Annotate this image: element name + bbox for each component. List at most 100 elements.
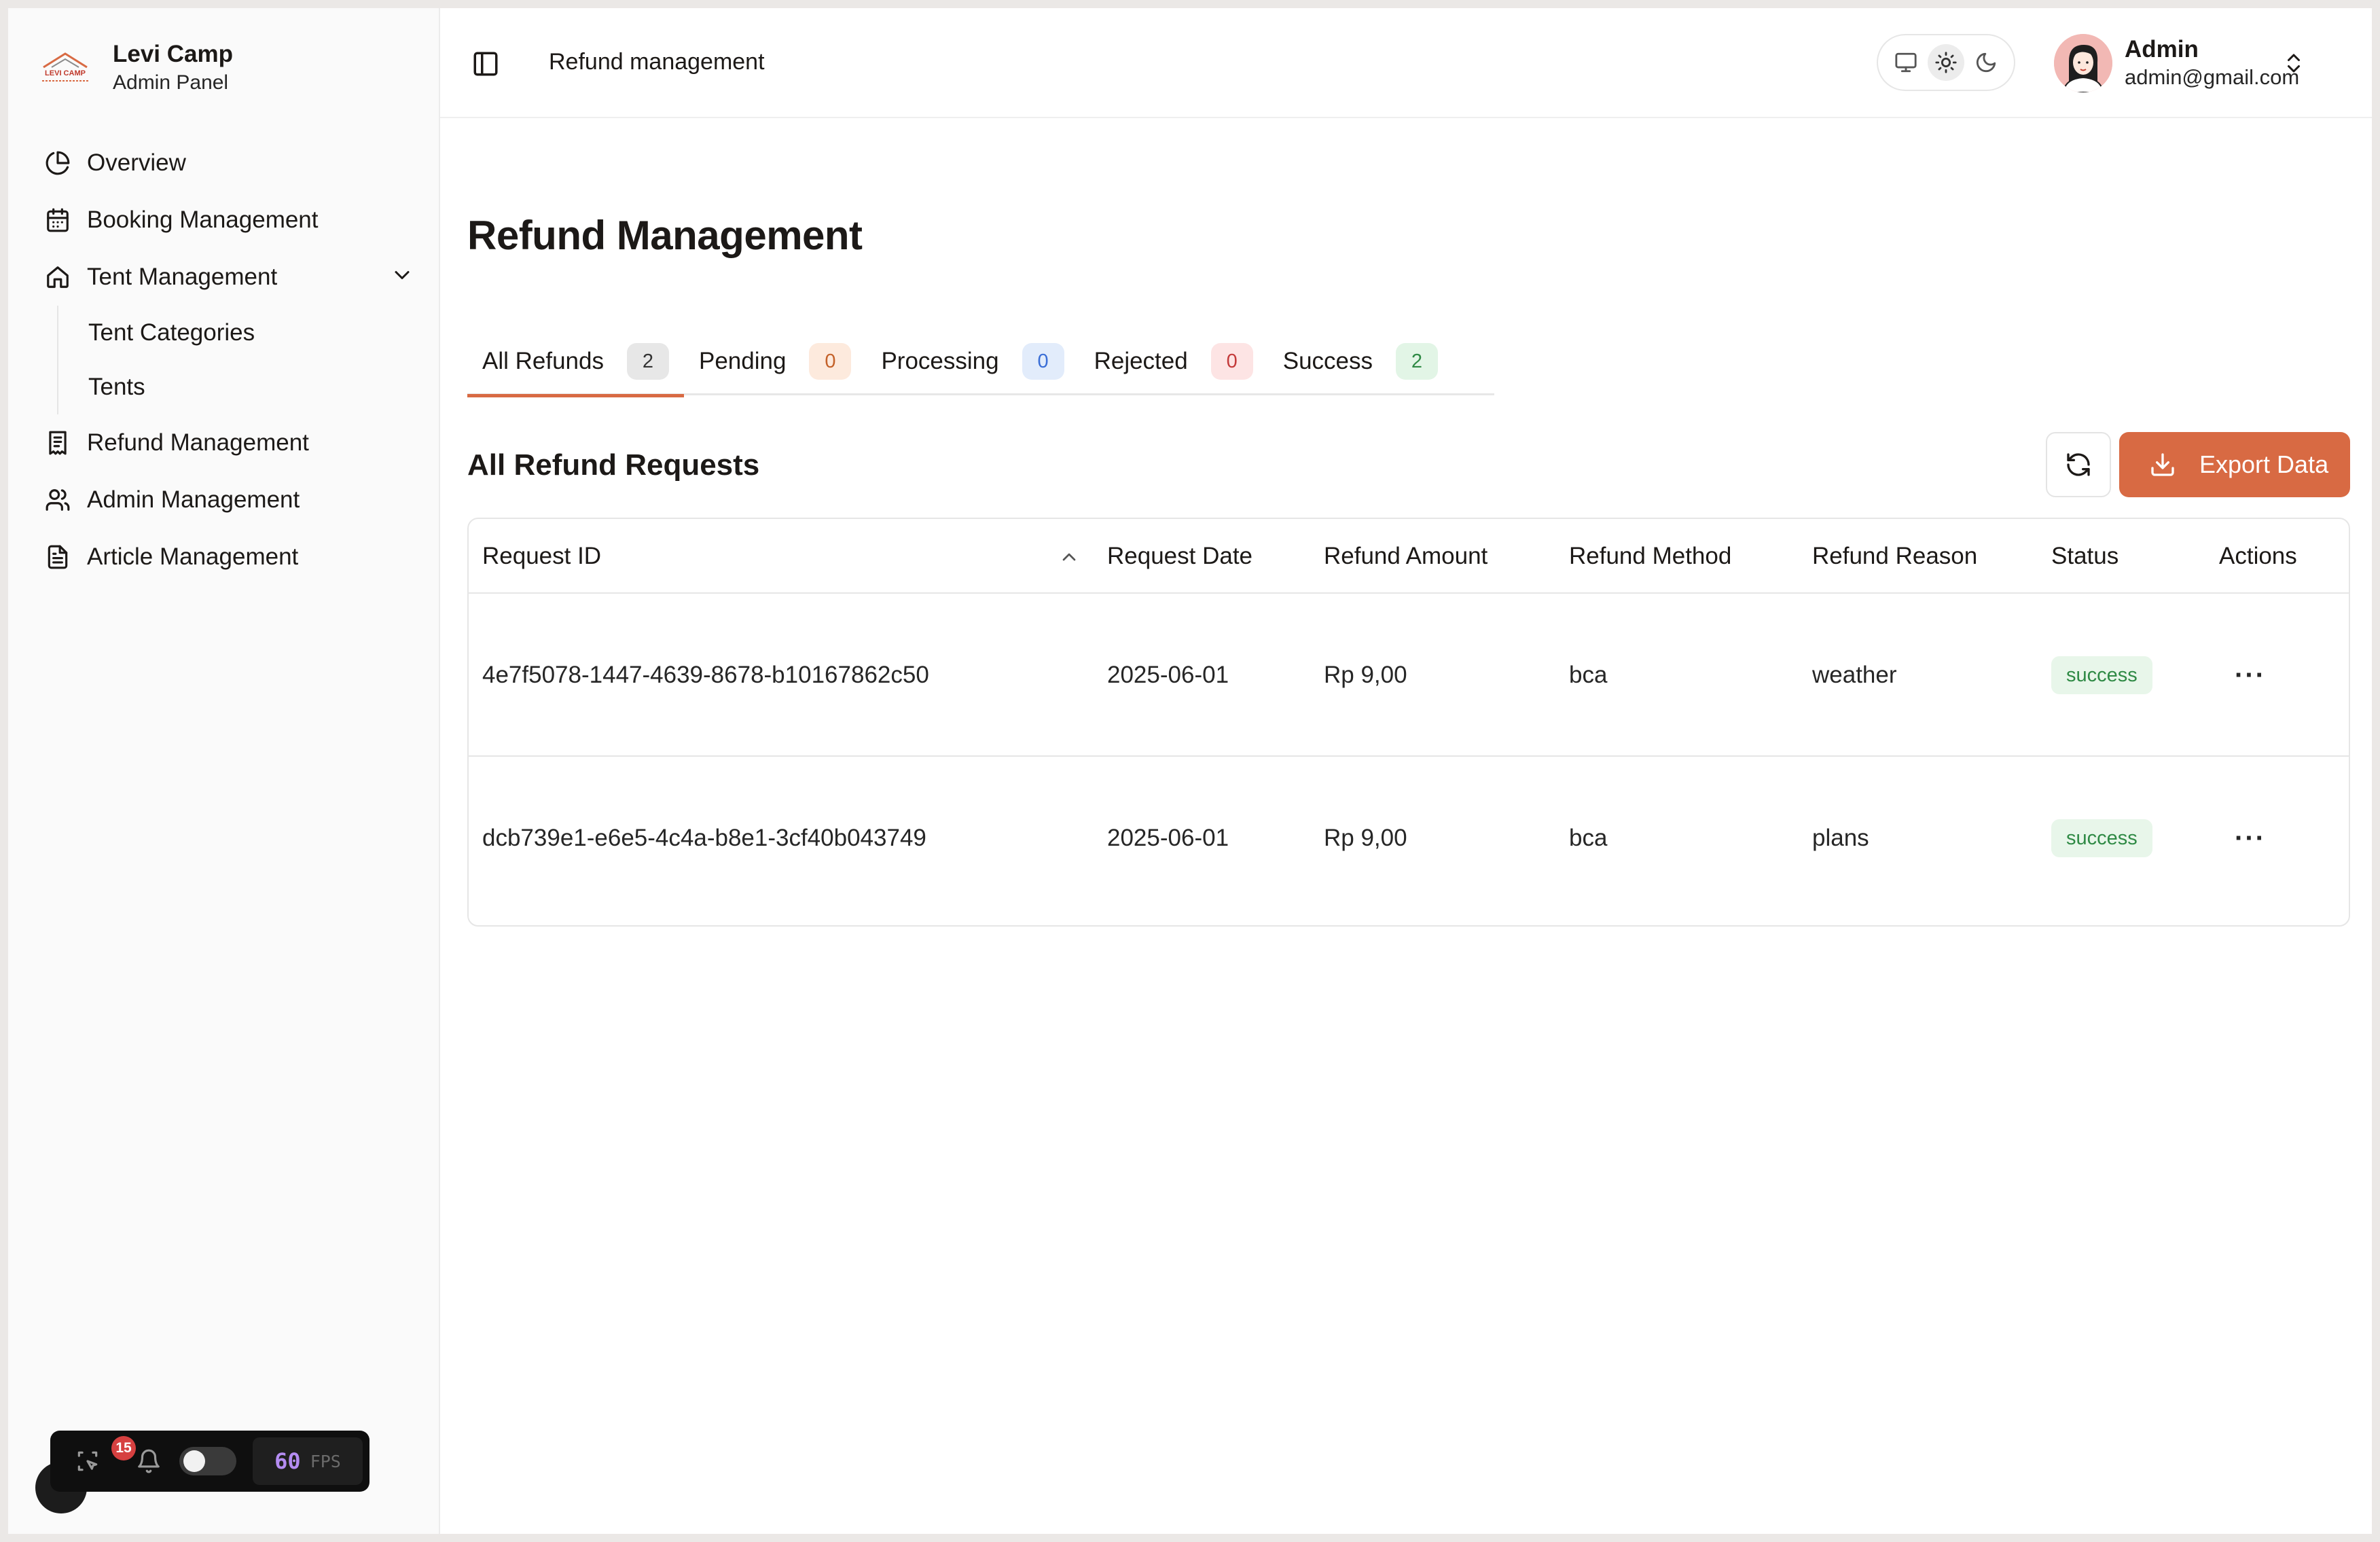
brand-subtitle: Admin Panel: [113, 71, 229, 94]
count-badge: 2: [1396, 343, 1438, 380]
sidebar-toggle-icon[interactable]: [471, 50, 500, 78]
refund-table: Request ID Request Date Refund Amount Re…: [467, 518, 2350, 927]
sidebar-item-label: Booking Management: [87, 207, 319, 233]
brand[interactable]: LEVI CAMP Levi Camp Admin Panel: [33, 35, 233, 101]
sidebar-item-tent-categories[interactable]: Tent Categories: [58, 306, 428, 360]
export-label: Export Data: [2199, 450, 2329, 478]
sidebar-item-label: Admin Management: [87, 486, 300, 513]
cell-refund-method: bca: [1569, 825, 1608, 851]
tab-success[interactable]: Success 2: [1268, 327, 1453, 395]
cell-request-date: 2025-06-01: [1107, 825, 1229, 851]
page-title: Refund Management: [467, 213, 863, 258]
column-header-actions: Actions: [2219, 543, 2297, 569]
refresh-button[interactable]: [2046, 432, 2111, 497]
sidebar-item-booking[interactable]: Booking Management: [34, 192, 428, 249]
tab-label: All Refunds: [482, 348, 604, 374]
fps-meter: 60 FPS: [253, 1437, 363, 1485]
sidebar-item-label: Article Management: [87, 543, 299, 570]
document-icon: [43, 543, 72, 571]
export-data-button[interactable]: Export Data: [2119, 432, 2350, 497]
sidebar-item-admin[interactable]: Admin Management: [34, 471, 428, 528]
count-badge: 0: [809, 343, 852, 380]
cell-refund-reason: weather: [1812, 662, 1897, 688]
cell-request-date: 2025-06-01: [1107, 662, 1229, 688]
chevron-down-icon[interactable]: [390, 263, 414, 293]
tab-all-refunds[interactable]: All Refunds 2: [467, 327, 684, 397]
column-header-request-date[interactable]: Request Date: [1107, 519, 1252, 594]
svg-text:LEVI CAMP: LEVI CAMP: [45, 69, 86, 77]
table-header: Request ID Request Date Refund Amount Re…: [469, 519, 2349, 594]
more-actions-icon[interactable]: ···: [2235, 594, 2266, 757]
cell-refund-amount: Rp 9,00: [1324, 825, 1407, 851]
pie-chart-icon: [43, 149, 72, 177]
sidebar-nav: Overview Booking Management Tent Managem…: [34, 135, 428, 586]
more-actions-icon[interactable]: ···: [2235, 757, 2266, 920]
cell-refund-amount: Rp 9,00: [1324, 662, 1407, 688]
sidebar-item-tents[interactable]: Tents: [58, 360, 428, 414]
cell-status: success: [2051, 594, 2152, 757]
cell-request-id: dcb739e1-e6e5-4c4a-b8e1-3cf40b043749: [482, 825, 926, 851]
app-window: LEVI CAMP Levi Camp Admin Panel Overview: [8, 8, 2372, 1534]
download-icon: [2149, 451, 2176, 478]
sidebar: LEVI CAMP Levi Camp Admin Panel Overview: [8, 8, 440, 1534]
monitor-icon[interactable]: [1888, 44, 1924, 81]
calendar-icon: [43, 206, 72, 234]
sidebar-item-label: Tent Management: [87, 264, 278, 290]
tab-label: Success: [1282, 348, 1373, 374]
breadcrumb: Refund management: [549, 49, 765, 75]
column-header-refund-method[interactable]: Refund Method: [1569, 519, 1731, 594]
column-header-status[interactable]: Status: [2051, 519, 2118, 594]
select-element-icon[interactable]: [75, 1448, 101, 1474]
notification-count-badge: 15: [111, 1436, 136, 1460]
sidebar-item-article[interactable]: Article Management: [34, 528, 428, 586]
refund-tabs: All Refunds 2 Pending 0 Processing 0 Rej…: [467, 327, 1494, 397]
sun-icon[interactable]: [1927, 44, 1964, 81]
count-badge: 0: [1210, 343, 1253, 380]
toggle-knob: [183, 1450, 205, 1472]
brand-name: Levi Camp: [113, 41, 233, 67]
fps-value: 60: [274, 1448, 301, 1474]
user-menu[interactable]: Admin admin@gmail.com: [2054, 34, 2299, 92]
tab-pending[interactable]: Pending 0: [684, 327, 866, 395]
tab-rejected[interactable]: Rejected 0: [1079, 327, 1268, 395]
refresh-icon: [2065, 451, 2092, 478]
avatar: [2054, 34, 2112, 92]
status-badge: success: [2051, 656, 2152, 694]
table-row[interactable]: 4e7f5078-1447-4639-8678-b10167862c50 202…: [469, 594, 2349, 757]
cell-request-id: 4e7f5078-1447-4639-8678-b10167862c50: [482, 662, 929, 688]
bell-icon[interactable]: [136, 1448, 162, 1474]
users-icon: [43, 486, 72, 514]
tab-label: Pending: [698, 348, 787, 374]
status-badge: success: [2051, 819, 2152, 857]
cell-refund-reason: plans: [1812, 825, 1869, 851]
tab-processing[interactable]: Processing 0: [866, 327, 1079, 395]
column-header-refund-reason[interactable]: Refund Reason: [1812, 519, 1977, 594]
fps-label: FPS: [310, 1451, 341, 1471]
sidebar-item-label: Overview: [87, 149, 186, 176]
sidebar-item-tent-management[interactable]: Tent Management: [34, 249, 428, 306]
sidebar-item-overview[interactable]: Overview: [34, 135, 428, 192]
tent-submenu: Tent Categories Tents: [57, 306, 428, 414]
cell-status: success: [2051, 757, 2152, 920]
count-badge: 2: [626, 343, 669, 380]
table-row[interactable]: dcb739e1-e6e5-4c4a-b8e1-3cf40b043749 202…: [469, 757, 2349, 920]
sort-ascending-icon[interactable]: [1058, 546, 1080, 571]
column-header-refund-amount[interactable]: Refund Amount: [1324, 519, 1488, 594]
count-badge: 0: [1022, 343, 1064, 380]
section-title: All Refund Requests: [467, 448, 760, 482]
sidebar-item-refund[interactable]: Refund Management: [34, 414, 428, 471]
chevrons-up-down-icon[interactable]: [2282, 51, 2306, 79]
brand-logo: LEVI CAMP: [33, 35, 98, 101]
top-bar: Refund management Admin admin@gmail.com: [440, 8, 2372, 118]
user-name: Admin: [2125, 36, 2199, 62]
moon-icon[interactable]: [1968, 44, 2004, 81]
column-header-request-id[interactable]: Request ID: [482, 519, 601, 594]
sidebar-item-label: Refund Management: [87, 429, 309, 456]
tab-label: Rejected: [1094, 348, 1188, 374]
user-email: admin@gmail.com: [2125, 65, 2300, 89]
home-icon: [43, 263, 72, 291]
cell-refund-method: bca: [1569, 662, 1608, 688]
theme-switcher: [1877, 34, 2015, 91]
receipt-icon: [43, 429, 72, 457]
tab-label: Processing: [881, 348, 999, 374]
